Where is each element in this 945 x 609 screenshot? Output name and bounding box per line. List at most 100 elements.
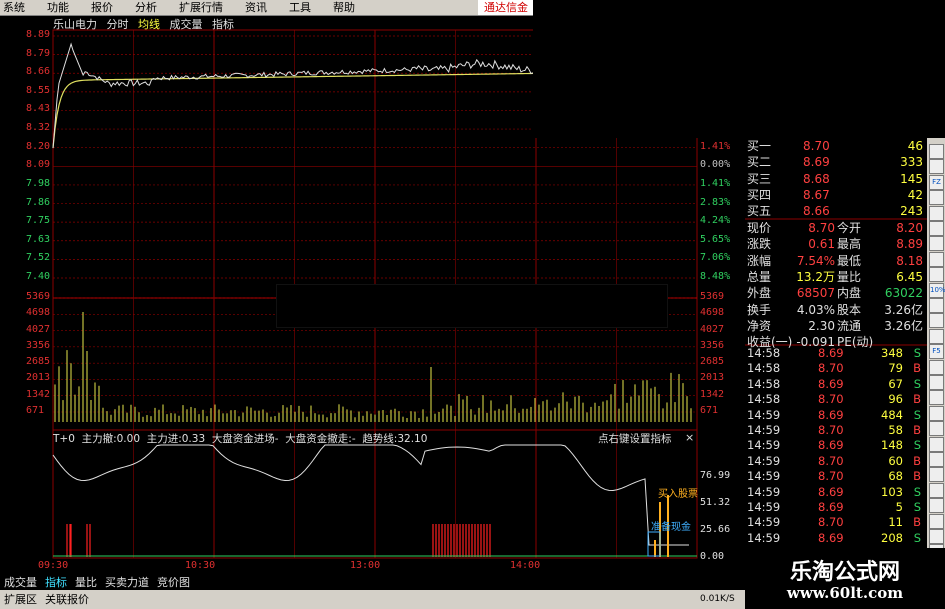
- tick-side: B: [913, 453, 921, 468]
- stat-label: 净资: [747, 318, 772, 333]
- stat-value: 2.30: [808, 318, 835, 333]
- vol-axis-label-right: 3356: [700, 339, 725, 351]
- side-tool-button[interactable]: [929, 452, 944, 467]
- bottom-tab-4[interactable]: 竞价图: [153, 576, 194, 590]
- bid-price: 8.69: [803, 155, 830, 170]
- tick-row: 14:59 8.69 148 S: [745, 438, 925, 453]
- bottom-tab-1[interactable]: 指标: [41, 576, 71, 590]
- ind-axis-label: 76.99: [700, 470, 731, 481]
- tick-time: 14:59: [747, 438, 781, 453]
- side-tool-button[interactable]: F5: [929, 344, 944, 360]
- tick-row: 14:59 8.69 5 S: [745, 500, 925, 515]
- side-tool-button[interactable]: [929, 313, 944, 329]
- stat-value-2: 3.26亿: [884, 302, 923, 317]
- side-tool-button[interactable]: [929, 144, 944, 159]
- pct-axis-label: 4.24%: [700, 215, 731, 227]
- side-tool-button[interactable]: [929, 421, 944, 437]
- tick-volume: 5: [895, 500, 903, 514]
- price-axis-label: 7.52: [26, 252, 51, 264]
- stat-value: 7.54%: [796, 253, 835, 268]
- stat-value: 68507: [796, 286, 835, 301]
- bid-price: 8.66: [803, 204, 830, 219]
- stat-label: 外盘: [747, 286, 772, 301]
- side-tool-button[interactable]: [929, 375, 944, 390]
- bottom-tab-2[interactable]: 量比: [71, 576, 101, 590]
- bid-price: 8.68: [803, 171, 830, 186]
- ind-axis-label: 51.32: [700, 497, 731, 508]
- status-item-1[interactable]: 关联报价: [41, 590, 93, 609]
- vol-axis-label-right: 4027: [700, 323, 725, 335]
- tick-volume: 60: [888, 453, 903, 468]
- side-tool-button[interactable]: [929, 498, 944, 514]
- tick-volume: 68: [888, 469, 903, 484]
- side-tool-button[interactable]: [929, 159, 944, 175]
- bid-label: 买五: [747, 204, 772, 219]
- close-icon[interactable]: ×: [685, 431, 694, 444]
- bottom-tab-0[interactable]: 成交量: [0, 576, 41, 590]
- side-tool-button[interactable]: [929, 251, 944, 267]
- stat-row: 外盘 68507 内盘 63022: [745, 285, 925, 301]
- side-tool-button[interactable]: [929, 390, 944, 406]
- stat-label-2: 量比: [837, 269, 862, 284]
- indicator-header: T+0 主力撤:0.00 主力进:0.33 大盘资金进场- 大盘资金撤走:- 趋…: [53, 431, 427, 446]
- side-tool-button[interactable]: [929, 482, 944, 498]
- bid-volume: 145: [900, 171, 923, 186]
- side-tool-button[interactable]: 10%: [929, 282, 945, 298]
- indicator-settings-link[interactable]: 点右键设置指标: [598, 431, 672, 446]
- side-tool-button[interactable]: [929, 513, 944, 529]
- tick-side: S: [913, 484, 921, 499]
- stat-value-2: 8.18: [896, 253, 923, 268]
- tick-row: 14:59 8.70 68 B: [745, 469, 925, 484]
- price-axis-label: 8.43: [26, 103, 51, 115]
- side-tool-button[interactable]: [929, 298, 944, 313]
- stat-label-2: 流通: [837, 318, 862, 333]
- vol-axis-label: 2685: [26, 356, 51, 368]
- status-item-0[interactable]: 扩展区: [0, 590, 41, 609]
- tick-side: S: [913, 376, 921, 391]
- speed-indicator: 0.01K/S: [700, 590, 745, 609]
- side-tool-button[interactable]: [929, 328, 944, 344]
- bid-row: 买一 8.70 46: [745, 138, 925, 154]
- side-tool-button[interactable]: [929, 467, 944, 483]
- tick-price: 8.70: [818, 361, 844, 376]
- stat-label-2: 内盘: [837, 286, 862, 301]
- side-tool-button[interactable]: FZ: [929, 174, 944, 190]
- tick-volume: 148: [881, 438, 903, 453]
- side-tool-button[interactable]: [929, 359, 944, 375]
- tick-row: 14:58 8.70 79 B: [745, 361, 925, 376]
- tick-volume: 79: [888, 361, 903, 376]
- tick-volume: 484: [881, 407, 903, 422]
- stat-row: 涨跌 0.61 最高 8.89: [745, 236, 925, 252]
- ready-cash-note: 准备现金: [651, 522, 691, 533]
- side-tool-button[interactable]: [929, 267, 944, 283]
- bid-volume: 243: [900, 204, 923, 219]
- tick-side: S: [913, 438, 921, 453]
- side-tool-button[interactable]: [929, 190, 944, 206]
- vol-axis-label-right: 1342: [700, 388, 725, 400]
- tick-volume: 58: [888, 423, 903, 437]
- price-axis-label: 7.63: [26, 233, 51, 245]
- tick-volume: 11: [888, 515, 903, 530]
- stat-value: 4.03%: [796, 302, 835, 317]
- tick-row: 14:59 8.69 208 S: [745, 531, 925, 546]
- side-tool-button[interactable]: [929, 236, 944, 252]
- side-tool-button[interactable]: [929, 436, 944, 452]
- trend-label: 趋势线:32.10: [362, 433, 428, 445]
- stat-row: 现价 8.70 今开 8.20: [745, 220, 925, 236]
- tick-price: 8.70: [818, 423, 844, 437]
- price-line: [52, 42, 534, 149]
- tick-time: 14:59: [747, 423, 781, 437]
- side-tool-button[interactable]: [929, 205, 944, 221]
- tick-side: B: [913, 515, 921, 530]
- vol-axis-label: 4698: [26, 307, 51, 319]
- pct-axis-label: 8.48%: [700, 271, 731, 282]
- side-tool-button[interactable]: [929, 529, 944, 544]
- price-axis-label: 8.55: [26, 84, 51, 96]
- tick-volume: 348: [881, 346, 903, 360]
- bottom-tab-3[interactable]: 买卖力道: [101, 576, 153, 590]
- vol-axis-label-right: 4698: [700, 307, 725, 319]
- tick-side: B: [913, 423, 921, 437]
- side-tool-button[interactable]: [929, 405, 944, 421]
- side-tool-button[interactable]: [929, 221, 944, 236]
- tick-volume: 208: [881, 530, 903, 545]
